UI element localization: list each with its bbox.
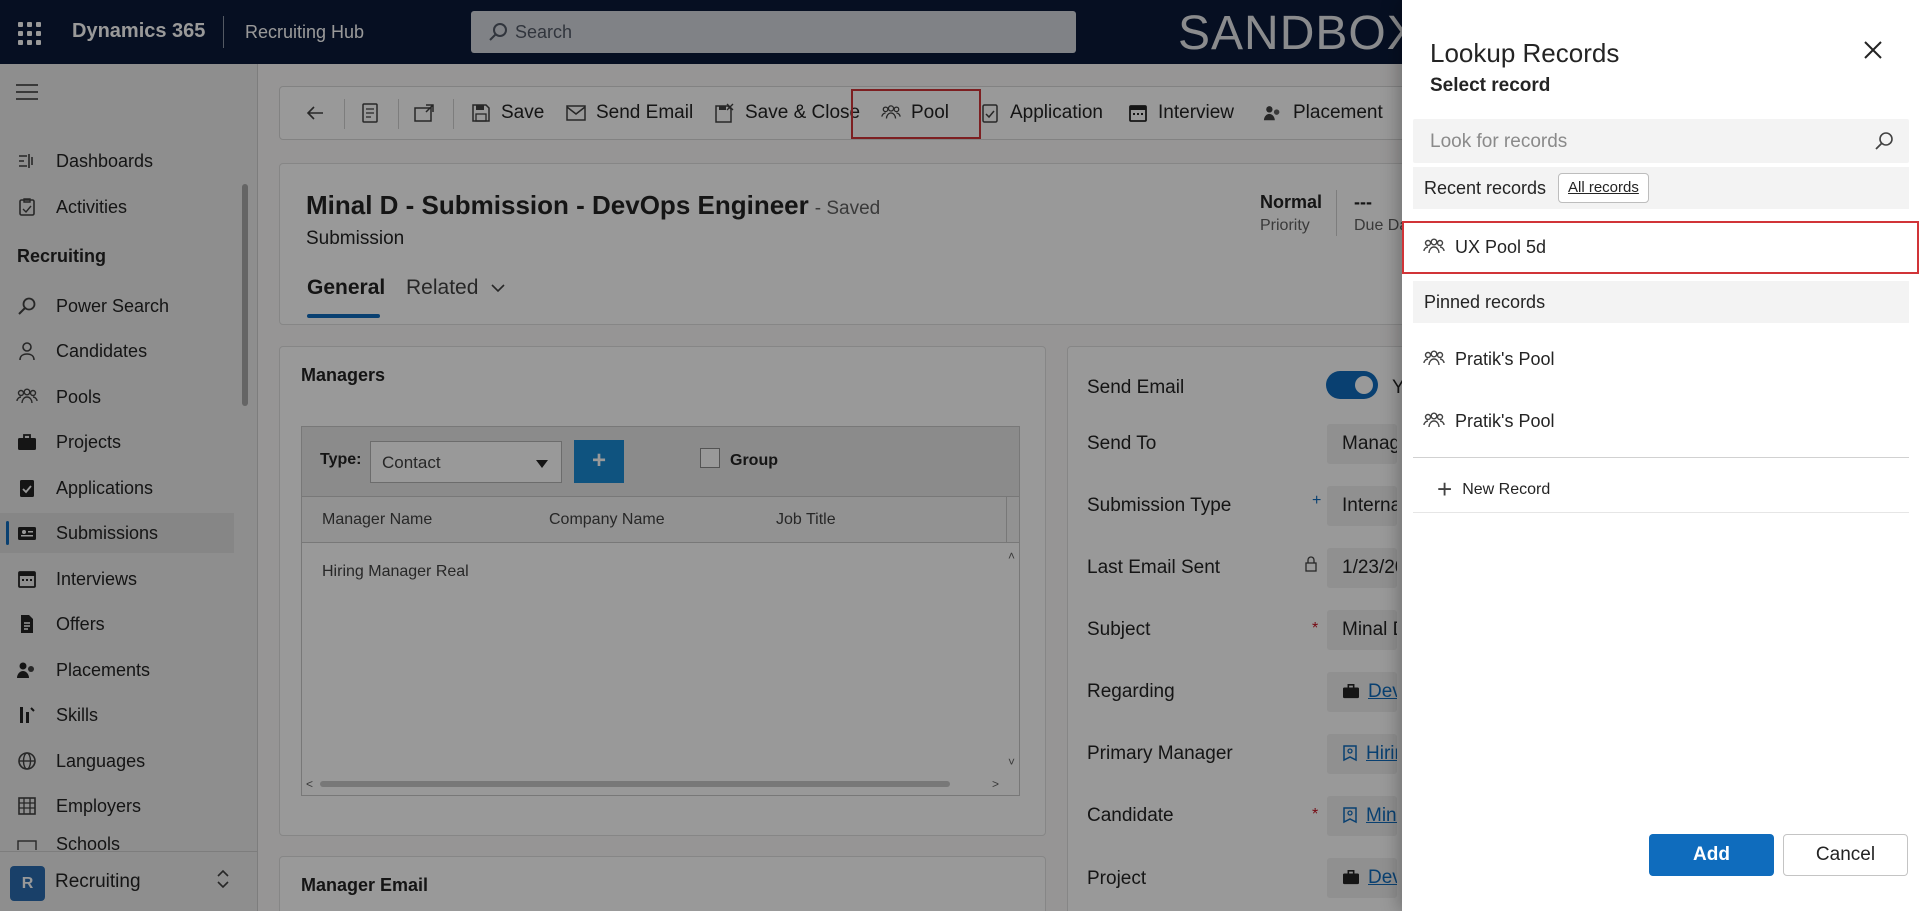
lookup-result-label: Pratik's Pool [1455,410,1555,431]
lookup-title: Lookup Records [1430,38,1620,68]
lookup-result-item[interactable]: Pratik's Pool [1413,395,1909,447]
all-records-button[interactable]: All records [1558,173,1649,203]
lookup-divider [1413,457,1909,458]
close-icon[interactable] [1859,36,1887,64]
plus-icon: + [1437,474,1453,504]
recent-records-header: Recent records All records [1413,167,1909,209]
lookup-search-input[interactable]: Look for records [1413,119,1909,163]
recent-records-label: Recent records [1424,178,1547,198]
add-button[interactable]: Add [1649,834,1774,876]
pinned-records-header: Pinned records [1413,281,1909,323]
lookup-records-panel: Lookup Records Select record Look for re… [1402,0,1920,911]
new-record-button[interactable]: + New Record [1437,474,1550,505]
new-record-label: New Record [1462,480,1551,498]
lookup-result-item[interactable]: Pratik's Pool [1413,333,1909,385]
lookup-subtitle: Select record [1430,75,1551,96]
modal-overlay[interactable] [0,0,1402,911]
lookup-result-label: Pratik's Pool [1455,348,1555,369]
people-group-icon [1423,348,1445,370]
people-group-icon [1423,410,1445,432]
lookup-search-placeholder: Look for records [1430,131,1568,152]
selected-record-highlight [1402,221,1919,274]
lookup-divider [1413,512,1909,513]
search-icon[interactable] [1873,130,1895,152]
pinned-records-label: Pinned records [1424,292,1546,312]
cancel-button[interactable]: Cancel [1783,834,1908,876]
